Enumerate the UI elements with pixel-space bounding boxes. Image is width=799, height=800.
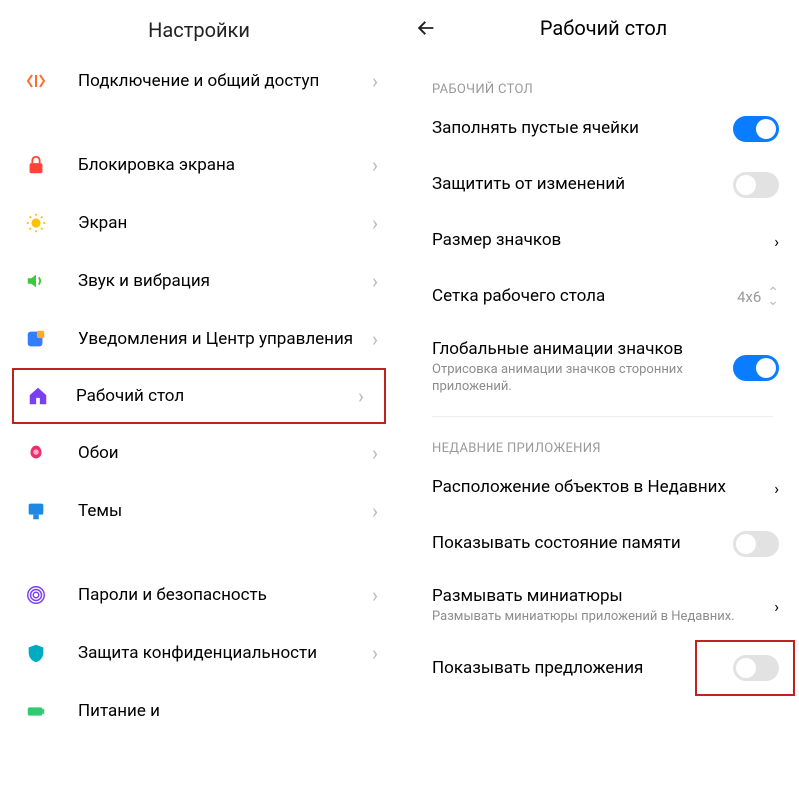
chevron-right-icon: › — [774, 479, 779, 498]
desktop-settings-panel: Рабочий стол РАБОЧИЙ СТОЛ Заполнять пуст… — [398, 0, 799, 800]
setting-fill-empty[interactable]: Заполнять пустые ячейки — [398, 101, 799, 157]
control-center-icon — [24, 327, 48, 351]
setting-lock-layout[interactable]: Защитить от изменений — [398, 157, 799, 213]
toggle-global-anim[interactable] — [733, 355, 779, 381]
setting-title: Размер значков — [432, 230, 766, 251]
setting-global-anim[interactable]: Глобальные анимации значков Отрисовка ан… — [398, 325, 799, 410]
setting-passwords[interactable]: Пароли и безопасность › — [0, 566, 398, 624]
setting-connection-sharing[interactable]: Подключение и общий доступ › — [0, 52, 398, 110]
toggle-show-memory[interactable] — [733, 531, 779, 557]
setting-title: Заполнять пустые ячейки — [432, 118, 725, 139]
fingerprint-icon — [24, 583, 48, 607]
wallpaper-icon — [24, 441, 48, 465]
setting-label: Обои — [78, 442, 372, 464]
speaker-icon — [24, 269, 48, 293]
setting-title: Глобальные анимации значков — [432, 339, 725, 360]
setting-wallpaper[interactable]: Обои › — [0, 424, 398, 482]
lock-icon — [24, 153, 48, 177]
setting-sound[interactable]: Звук и вибрация › — [0, 252, 398, 310]
setting-title: Показывать предложения — [432, 658, 725, 679]
setting-subtitle: Отрисовка анимации значков сторонних при… — [432, 362, 725, 396]
chevron-right-icon: › — [372, 641, 378, 665]
setting-label: Звук и вибрация — [78, 270, 372, 292]
chevron-right-icon: › — [372, 269, 378, 293]
chevron-right-icon: › — [372, 583, 378, 607]
setting-label: Пароли и безопасность — [78, 584, 372, 606]
setting-grid[interactable]: Сетка рабочего стола 4x6 ⌃⌄ — [398, 269, 799, 325]
toggle-lock-layout[interactable] — [733, 172, 779, 198]
setting-title: Показывать состояние памяти — [432, 533, 725, 554]
setting-label: Питание и — [78, 700, 378, 722]
setting-show-memory[interactable]: Показывать состояние памяти — [398, 516, 799, 572]
setting-title: Размывать миниатюры — [432, 586, 766, 607]
header: Рабочий стол — [398, 0, 799, 58]
setting-title: Расположение объектов в Недавних — [432, 477, 766, 498]
section-header-recent: НЕДАВНИЕ ПРИЛОЖЕНИЯ — [398, 417, 799, 460]
chevron-right-icon: › — [372, 327, 378, 351]
setting-lock-screen[interactable]: Блокировка экрана › — [0, 136, 398, 194]
back-button[interactable] — [412, 14, 440, 42]
setting-blur-thumbs[interactable]: Размывать миниатюры Размывать миниатюры … — [398, 572, 799, 640]
chevron-right-icon: › — [372, 69, 378, 93]
list-gap — [0, 110, 398, 136]
toggle-show-suggestions[interactable] — [733, 655, 779, 681]
connection-icon — [24, 69, 48, 93]
setting-label: Темы — [78, 500, 372, 522]
setting-battery[interactable]: Питание и — [0, 682, 398, 740]
setting-home-screen[interactable]: Рабочий стол › — [14, 370, 384, 422]
themes-icon — [24, 499, 48, 523]
section-header-desktop: РАБОЧИЙ СТОЛ — [398, 58, 799, 101]
chevron-right-icon: › — [372, 153, 378, 177]
setting-show-suggestions[interactable]: Показывать предложения — [398, 640, 799, 696]
chevron-right-icon: › — [774, 597, 779, 616]
chevron-right-icon: › — [372, 211, 378, 235]
toggle-fill-empty[interactable] — [733, 116, 779, 142]
battery-icon — [24, 699, 48, 723]
setting-icon-size[interactable]: Размер значков › — [398, 213, 799, 269]
setting-label: Блокировка экрана — [78, 154, 372, 176]
setting-label: Защита конфиденциальности — [78, 642, 372, 664]
chevron-right-icon: › — [774, 232, 779, 251]
setting-label: Экран — [78, 212, 372, 234]
setting-display[interactable]: Экран › — [0, 194, 398, 252]
setting-label: Рабочий стол — [76, 385, 358, 407]
setting-notifications[interactable]: Уведомления и Центр управления › — [0, 310, 398, 368]
setting-themes[interactable]: Темы › — [0, 482, 398, 540]
settings-list: Подключение и общий доступ › Блокировка … — [0, 52, 398, 740]
chevron-right-icon: › — [358, 384, 364, 408]
shield-icon — [24, 641, 48, 665]
list-gap — [0, 540, 398, 566]
setting-subtitle: Размывать миниатюры приложений в Недавни… — [432, 609, 766, 626]
updown-icon: ⌃⌄ — [767, 289, 779, 306]
highlight-desktop: Рабочий стол › — [12, 368, 386, 424]
setting-recent-layout[interactable]: Расположение объектов в Недавних › — [398, 460, 799, 516]
setting-title: Сетка рабочего стола — [432, 286, 729, 307]
setting-label: Уведомления и Центр управления — [78, 328, 372, 350]
chevron-right-icon: › — [372, 499, 378, 523]
setting-title: Защитить от изменений — [432, 174, 725, 195]
sun-icon — [24, 211, 48, 235]
page-title: Рабочий стол — [446, 16, 761, 40]
settings-panel: Настройки Подключение и общий доступ › Б… — [0, 0, 398, 800]
setting-privacy[interactable]: Защита конфиденциальности › — [0, 624, 398, 682]
setting-value: 4x6 — [737, 288, 761, 306]
home-icon — [26, 384, 50, 408]
page-title: Настройки — [0, 0, 398, 52]
setting-label: Подключение и общий доступ — [78, 70, 372, 92]
chevron-right-icon: › — [372, 441, 378, 465]
